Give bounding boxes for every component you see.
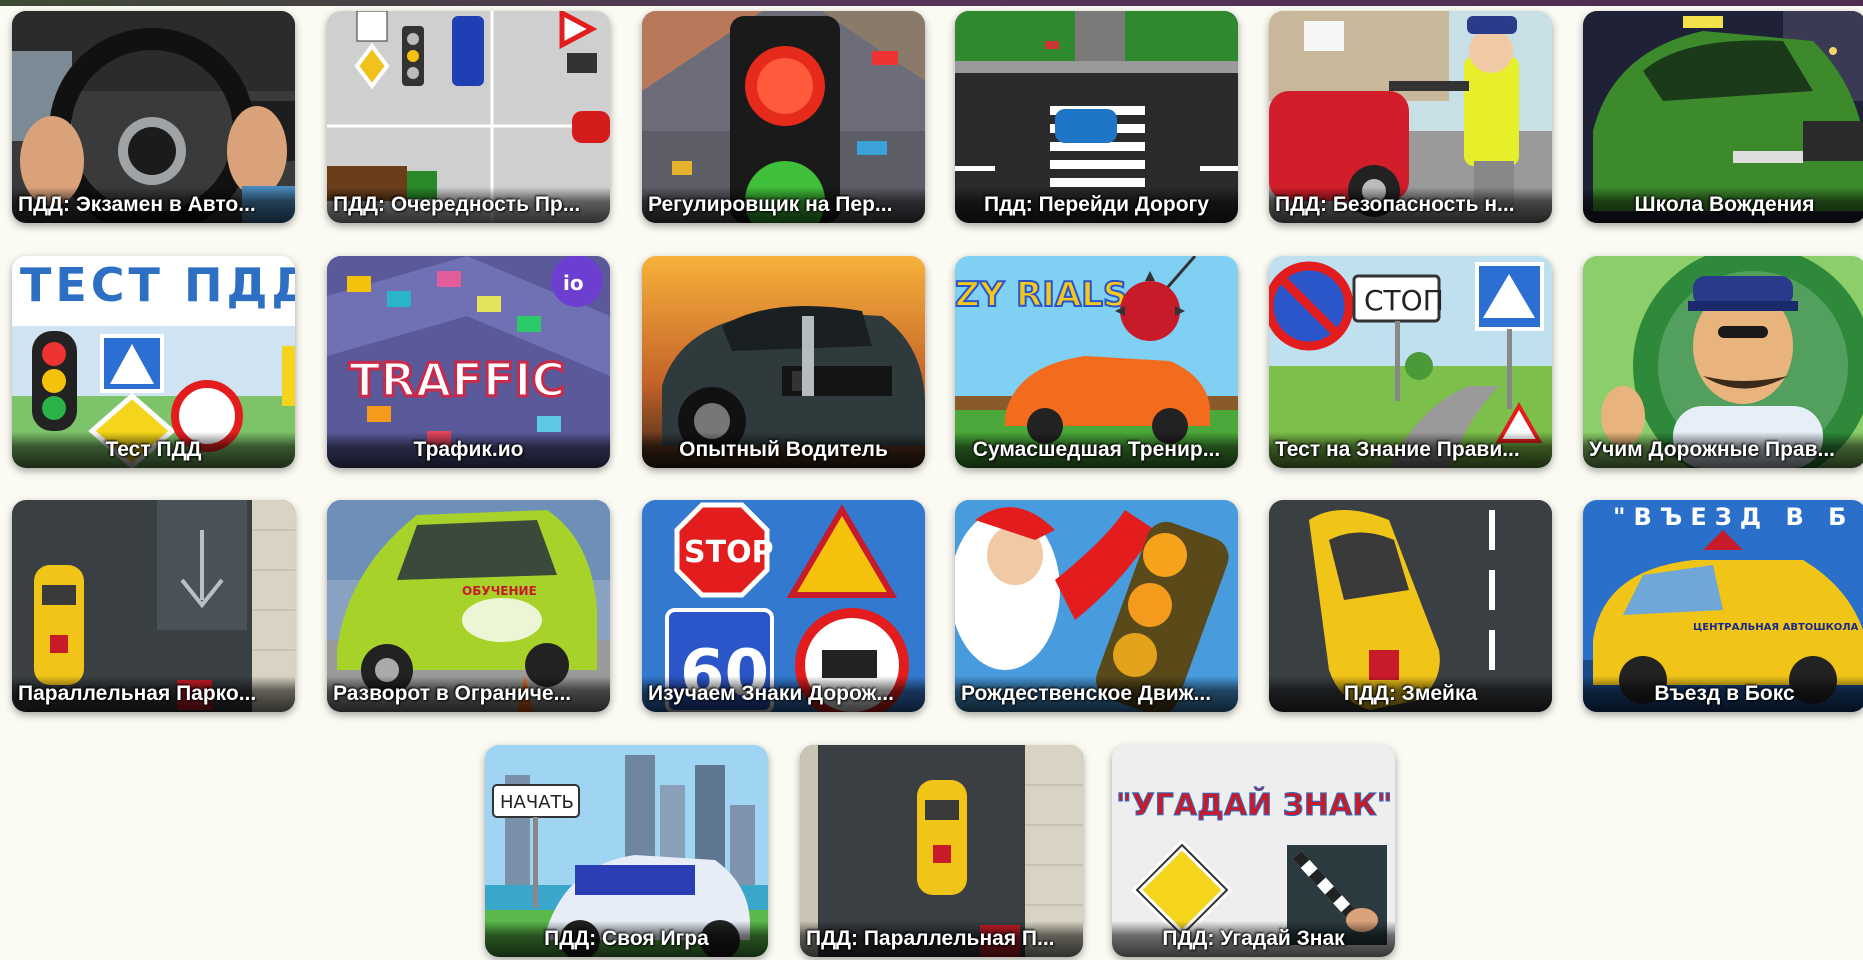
game-title: Рождественское Движ... [955,676,1238,712]
game-title: Въезд в Бокс [1583,676,1863,712]
game-card-snake[interactable]: ПДД: Змейка [1269,500,1552,712]
game-card-parallel-parking[interactable]: Параллельная Парко... [12,500,295,712]
game-title: ПДД: Угадай Знак [1112,921,1395,957]
game-title: ПДД: Параллельная П... [800,921,1083,957]
game-card-cross-road[interactable]: Пдд: Перейди Дорогу [955,11,1238,223]
game-title: Пдд: Перейди Дорогу [955,187,1238,223]
game-title: Тест ПДД [12,432,295,468]
game-title: ПДД: Своя Игра [485,921,768,957]
game-title: Разворот в Ограниче... [327,676,610,712]
game-card-parallel-parking-2[interactable]: ПДД: Параллельная П... [800,745,1083,957]
game-title: ПДД: Очередность Пр... [327,187,610,223]
game-title: Сумасшедшая Тренир... [955,432,1238,468]
game-card-guess-sign[interactable]: "УГАДАЙ ЗНАК" ПДД: Угадай Знак [1112,745,1395,957]
crazy-trials-logo: ZY RIALS [955,275,1127,315]
game-title: Трафик.ио [327,432,610,468]
game-card-own-game[interactable]: НАЧАТЬ ПДД: Своя Игра [485,745,768,957]
game-card-priority[interactable]: ПДД: Очередность Пр... [327,11,610,223]
game-title: ПДД: Экзамен в Авто... [12,187,295,223]
taxi-plate-label: ЦЕНТРАЛЬНАЯ АВТОШКОЛА 726-22-07 [1693,622,1863,633]
game-card-road-signs[interactable]: STOP 60 Изучаем Знаки Дорож... [642,500,925,712]
game-title: Регулировщик на Пер... [642,187,925,223]
io-badge: io [563,271,584,295]
game-title: Опытный Водитель [642,432,925,468]
game-title: Тест на Знание Прави... [1269,432,1552,468]
traffic-logo-label: TRAFFIC [349,353,565,407]
game-card-test-pdd[interactable]: ТЕСТ ПДД Тест ПДД [12,256,295,468]
stop-sign-label: STOP [684,535,774,570]
game-card-rules-test[interactable]: СТОП Тест на Знание Прави... [1269,256,1552,468]
test-pdd-label: ТЕСТ ПДД [20,258,295,312]
game-title: Изучаем Знаки Дорож... [642,676,925,712]
game-title: Школа Вождения [1583,187,1863,223]
stop-label: СТОП [1364,284,1444,317]
game-card-exam[interactable]: ПДД: Экзамен в Авто... [12,11,295,223]
box-entry-label: "ВЪЕЗД В Б [1613,503,1854,531]
game-title: ПДД: Змейка [1269,676,1552,712]
game-card-christmas-traffic[interactable]: Рождественское Движ... [955,500,1238,712]
game-card-regulator[interactable]: Регулировщик на Пер... [642,11,925,223]
game-card-u-turn[interactable]: ОБУЧЕНИЕ Разворот в Ограниче... [327,500,610,712]
game-card-safety[interactable]: ПДД: Безопасность н... [1269,11,1552,223]
game-card-traffic-io[interactable]: io TRAFFIC Трафик.ио [327,256,610,468]
game-title: ПДД: Безопасность н... [1269,187,1552,223]
guess-sign-logo: "УГАДАЙ ЗНАК" [1116,787,1392,823]
game-card-learn-rules[interactable]: Учим Дорожные Прав... [1583,256,1863,468]
game-card-experienced-driver[interactable]: Опытный Водитель [642,256,925,468]
game-title: Учим Дорожные Прав... [1583,432,1863,468]
game-card-driving-school[interactable]: Школа Вождения [1583,11,1863,223]
game-title: Параллельная Парко... [12,676,295,712]
driving-school-label: ОБУЧЕНИЕ [462,584,537,598]
start-label: НАЧАТЬ [500,792,574,813]
game-card-box-entry[interactable]: "ВЪЕЗД В Б ЦЕНТРАЛЬНАЯ АВТОШКОЛА 726-22-… [1583,500,1863,712]
games-grid: ПДД: Экзамен в Авто... ПДД: Очередность … [0,0,1863,960]
game-card-crazy-trials[interactable]: ZY RIALS Сумасшедшая Тренир... [955,256,1238,468]
